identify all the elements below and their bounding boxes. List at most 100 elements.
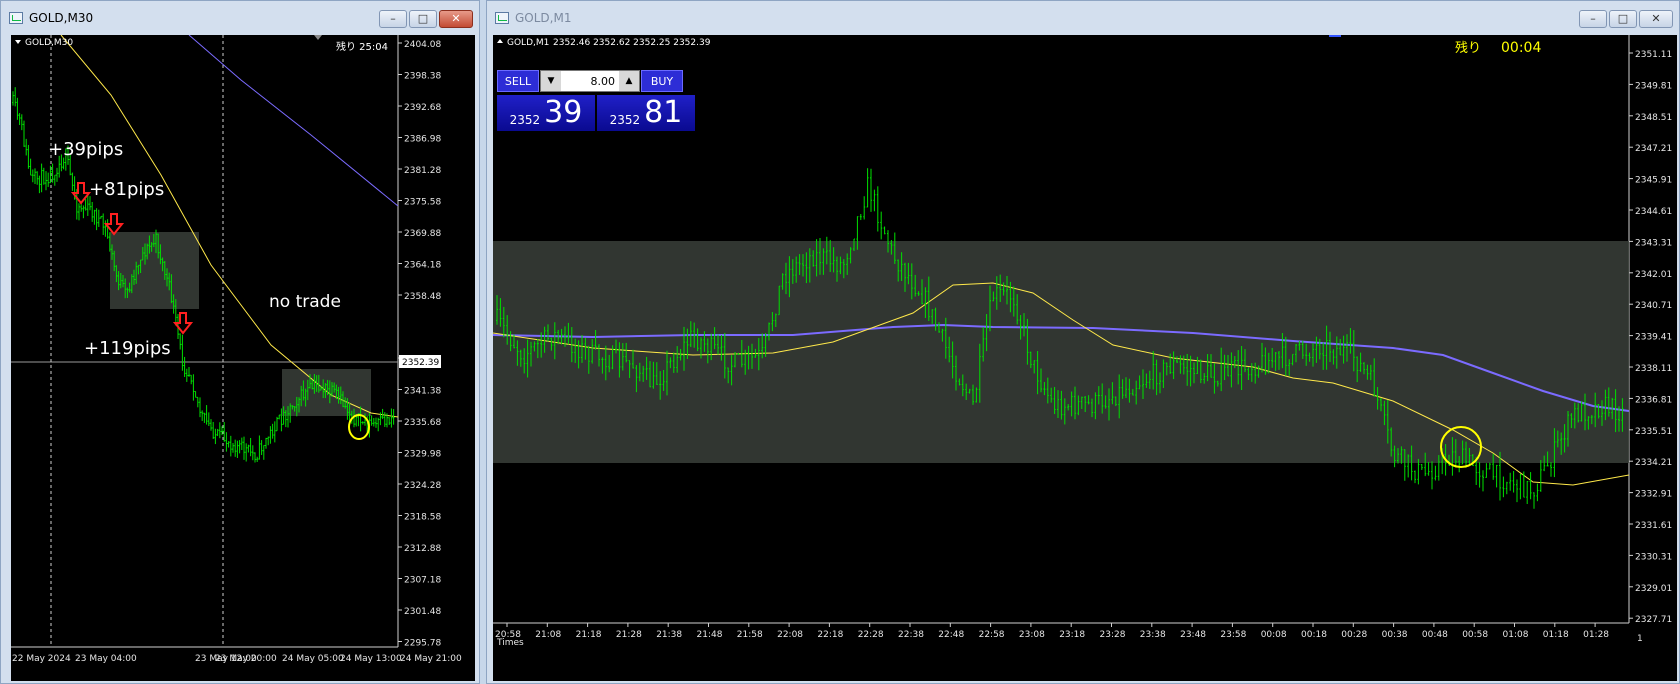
range-box xyxy=(493,241,1629,463)
window-gold-m1[interactable]: GOLD,M1 – □ ✕ 2351.11 2349.81 2348.51 2347.… xyxy=(486,0,1680,684)
sell-price-pips: 39 xyxy=(544,95,583,130)
titlebar[interactable]: GOLD,M30 – □ ✕ xyxy=(1,1,479,35)
time-label: 00:08 xyxy=(1261,630,1287,640)
window-title: GOLD,M30 xyxy=(29,11,94,25)
buy-button[interactable]: BUY xyxy=(641,70,683,92)
price-label: 2324.28 xyxy=(404,481,441,491)
time-label: 24 May 21:00 xyxy=(400,654,462,664)
remaining-time-label: 残り 25:04 xyxy=(336,40,388,53)
price-label: 2329.01 xyxy=(1635,584,1672,594)
window-gold-m30[interactable]: GOLD,M30 – □ ✕ 2404.08 2398.38 2392.68 2386… xyxy=(0,0,480,684)
price-label: 2340.71 xyxy=(1635,301,1672,311)
lot-increase-icon[interactable]: ▲ xyxy=(619,71,639,91)
time-label: 22:28 xyxy=(858,630,884,640)
remaining-time: 00:04 xyxy=(1501,40,1541,56)
collapse-triangle-icon xyxy=(497,39,503,43)
minimize-button[interactable]: – xyxy=(379,10,407,28)
chart-canvas[interactable]: 2404.08 2398.38 2392.68 2386.98 2381.28 2375.… xyxy=(11,35,475,681)
chart-window-icon xyxy=(495,12,509,24)
price-label: 2318.58 xyxy=(404,513,441,523)
price-label: 2392.68 xyxy=(404,103,441,113)
close-button[interactable]: ✕ xyxy=(439,10,473,28)
time-label: 23:58 xyxy=(1220,630,1246,640)
price-label: 2335.51 xyxy=(1635,427,1672,437)
time-label: 23:18 xyxy=(1059,630,1085,640)
price-label: 2342.01 xyxy=(1635,270,1672,280)
price-label: 2334.21 xyxy=(1635,458,1672,468)
time-label: 23:28 xyxy=(1100,630,1126,640)
price-label: 2349.81 xyxy=(1635,81,1672,91)
buy-price-button[interactable]: 2352 81 xyxy=(597,95,695,131)
price-label: 2332.91 xyxy=(1635,490,1672,500)
annotation-label: +39pips xyxy=(48,139,123,160)
chart-canvas[interactable]: 2351.11 2349.81 2348.51 2347.21 2345.91 2344.… xyxy=(493,35,1677,681)
maximize-button[interactable]: □ xyxy=(409,10,437,28)
ma-slow-line xyxy=(188,35,399,207)
time-label: 24 May 13:00 xyxy=(340,654,402,664)
ma-fast-line xyxy=(60,35,399,418)
price-label: 2341.38 xyxy=(404,387,441,397)
price-label: 2343.31 xyxy=(1635,238,1672,248)
time-label: 01:08 xyxy=(1503,630,1529,640)
time-label: 00:58 xyxy=(1462,630,1488,640)
lot-size-input[interactable]: 8.00 xyxy=(561,75,619,88)
price-label: 2398.38 xyxy=(404,72,441,82)
time-label: 21:38 xyxy=(656,630,682,640)
sell-arrow-icon xyxy=(70,182,92,205)
time-label: 22:48 xyxy=(938,630,964,640)
time-label: 01:28 xyxy=(1583,630,1609,640)
time-label: 23:08 xyxy=(1019,630,1045,640)
annotation-label: +119pips xyxy=(84,338,171,359)
chart-symbol-label: GOLD,M1 xyxy=(507,38,549,48)
remaining-label: 残り xyxy=(1455,41,1481,56)
chart-symbol-label: GOLD,M30 xyxy=(25,38,73,48)
time-label: 21:28 xyxy=(616,630,642,640)
price-label: 2345.91 xyxy=(1635,176,1672,186)
time-label: 00:28 xyxy=(1341,630,1367,640)
time-label: 22:08 xyxy=(777,630,803,640)
buy-price-pips: 81 xyxy=(644,95,683,130)
time-label: 23 May 20:00 xyxy=(215,654,277,664)
time-label: 23 May 04:00 xyxy=(75,654,137,664)
price-label: 2307.18 xyxy=(404,576,441,586)
times-label: Times xyxy=(496,638,524,648)
price-label: 2381.28 xyxy=(404,166,441,176)
price-label: 2295.78 xyxy=(404,639,441,649)
time-label: 21:48 xyxy=(697,630,723,640)
time-label: 21:58 xyxy=(737,630,763,640)
time-label: 23:48 xyxy=(1180,630,1206,640)
chart-window-icon xyxy=(9,12,23,24)
one-click-trading-panel: SELL ▼ 8.00 ▲ BUY 2352 39 2352 81 xyxy=(497,70,695,131)
window-title: GOLD,M1 xyxy=(515,11,572,25)
time-label: 22:38 xyxy=(898,630,924,640)
scroll-marker-icon xyxy=(314,35,322,40)
time-label: 22:18 xyxy=(817,630,843,640)
price-label: 2364.18 xyxy=(404,261,441,271)
buy-price-prefix: 2352 xyxy=(609,113,641,127)
time-label: 00:38 xyxy=(1382,630,1408,640)
price-label: 2348.51 xyxy=(1635,113,1672,123)
ohlc-readout: 2352.46 2352.62 2352.25 2352.39 xyxy=(553,38,711,48)
sell-arrow-icon xyxy=(103,213,125,236)
titlebar[interactable]: GOLD,M1 – □ ✕ xyxy=(487,1,1679,35)
current-price-label: 2352.39 xyxy=(402,358,439,368)
lot-decrease-icon[interactable]: ▼ xyxy=(541,71,561,91)
time-label: 22 May 2024 xyxy=(12,654,71,664)
sell-price-prefix: 2352 xyxy=(509,113,541,127)
price-label: 2404.08 xyxy=(404,40,441,50)
close-button[interactable]: ✕ xyxy=(1639,10,1673,28)
price-label: 2301.48 xyxy=(404,607,441,617)
price-label: 2338.11 xyxy=(1635,364,1672,374)
sell-price-button[interactable]: 2352 39 xyxy=(497,95,595,131)
price-label: 2327.71 xyxy=(1635,615,1672,625)
price-label: 2330.31 xyxy=(1635,552,1672,562)
time-label: 00:48 xyxy=(1422,630,1448,640)
minimize-button[interactable]: – xyxy=(1579,10,1607,28)
sell-button[interactable]: SELL xyxy=(497,70,539,92)
lot-size-stepper[interactable]: ▼ 8.00 ▲ xyxy=(540,70,640,92)
price-label: 2335.68 xyxy=(404,418,441,428)
time-label: 24 May 05:00 xyxy=(282,654,344,664)
price-label: 2386.98 xyxy=(404,135,441,145)
maximize-button[interactable]: □ xyxy=(1609,10,1637,28)
time-label: 00:18 xyxy=(1301,630,1327,640)
